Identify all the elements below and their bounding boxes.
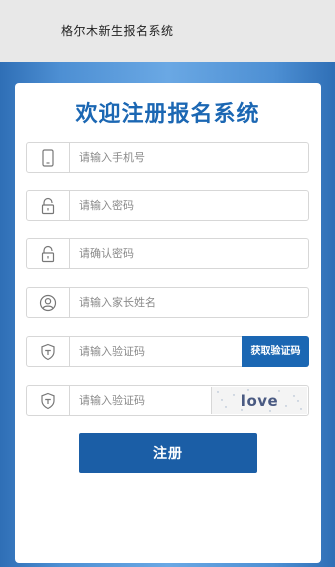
app-title: 格尔木新生报名系统 <box>61 24 174 38</box>
captcha-text: love <box>240 391 279 410</box>
confirm-password-input[interactable] <box>79 239 259 268</box>
sms-code-field: 获取验证码 <box>26 336 309 367</box>
register-button[interactable]: 注册 <box>79 433 257 473</box>
parent-name-input[interactable] <box>79 288 259 317</box>
captcha-input[interactable] <box>79 386 199 415</box>
phone-icon <box>27 143 70 172</box>
shield-icon <box>27 386 70 415</box>
lock-icon <box>27 239 70 268</box>
captcha-field: love <box>26 385 309 416</box>
top-bar: 格尔木新生报名系统 <box>0 0 335 62</box>
password-input[interactable] <box>79 191 259 220</box>
captcha-image[interactable]: love <box>211 387 307 414</box>
password-field <box>26 190 309 221</box>
lock-icon <box>27 191 70 220</box>
confirm-password-field <box>26 238 309 269</box>
get-code-button[interactable]: 获取验证码 <box>242 336 309 367</box>
sms-code-input[interactable] <box>79 337 259 366</box>
parent-name-field <box>26 287 309 318</box>
phone-field <box>26 142 309 173</box>
shield-icon <box>27 337 70 366</box>
phone-input[interactable] <box>79 143 259 172</box>
user-icon <box>27 288 70 317</box>
form-title: 欢迎注册报名系统 <box>75 102 260 127</box>
